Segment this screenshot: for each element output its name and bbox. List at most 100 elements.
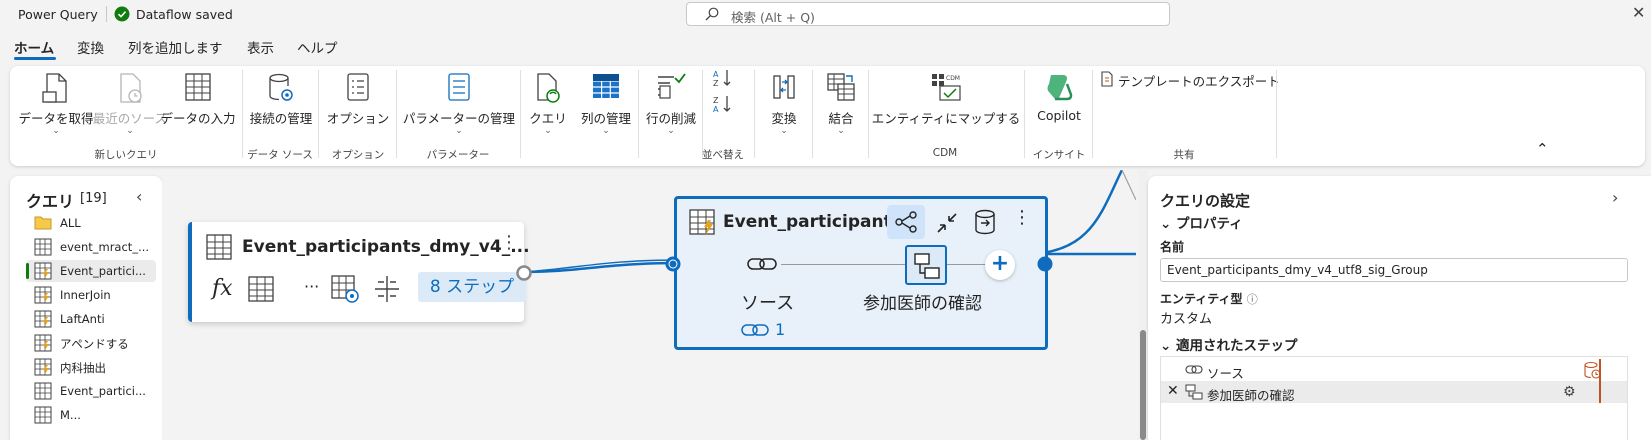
- group-divider: [242, 70, 243, 158]
- step-icon: [1185, 384, 1203, 400]
- steps-count-button[interactable]: 8 ステップ: [418, 272, 526, 302]
- table-icon: [34, 238, 52, 256]
- collapse-ribbon-icon[interactable]: ⌃: [1536, 140, 1549, 158]
- copilot-icon: [1043, 72, 1075, 102]
- table-icon[interactable]: [248, 276, 274, 302]
- chevron-down-icon: ⌄: [126, 126, 134, 136]
- more-options-icon[interactable]: ⋮: [500, 232, 518, 253]
- query-item-all[interactable]: ALL: [26, 212, 156, 234]
- query-item[interactable]: InnerJoin: [26, 284, 156, 306]
- enter-data-button[interactable]: データの入力: [160, 66, 236, 142]
- formula-icon[interactable]: fx: [212, 276, 233, 301]
- queries-title: クエリ: [26, 192, 75, 211]
- tab-home[interactable]: ホーム: [14, 37, 54, 57]
- transform-icon: [769, 72, 799, 100]
- ellipsis-icon[interactable]: ···: [304, 277, 319, 296]
- query-item[interactable]: M...: [26, 404, 156, 426]
- map-to-entity-button[interactable]: CDM エンティティにマップする: [872, 66, 1020, 142]
- output-port[interactable]: [1036, 255, 1054, 273]
- node-title: Event_participants_dmy_v4_...: [242, 237, 530, 257]
- tab-transform[interactable]: 変換: [77, 37, 104, 57]
- search-box[interactable]: 検索 (Alt + Q): [686, 2, 1170, 26]
- name-label: 名前: [1160, 240, 1185, 254]
- properties-section-toggle[interactable]: ⌄ プロパティ: [1160, 212, 1243, 232]
- chevron-down-icon: ⌄: [837, 126, 845, 136]
- group-divider: [754, 70, 755, 158]
- step-connector: [781, 264, 1009, 265]
- export-template-icon: [1100, 71, 1114, 87]
- step-label-check: 参加医師の確認: [863, 294, 982, 314]
- step-label-source: ソース: [741, 293, 795, 314]
- transform-button[interactable]: 変換 ⌄: [758, 66, 810, 142]
- group-label-sort: 並べ替え: [702, 149, 744, 161]
- chevron-right-icon[interactable]: ›: [1612, 188, 1618, 207]
- query-button[interactable]: クエリ ⌄: [524, 66, 572, 142]
- tab-add-column[interactable]: 列を追加します: [128, 37, 223, 57]
- step-icon-selected[interactable]: [905, 245, 947, 285]
- sort-descending-button[interactable]: ZA: [708, 92, 738, 122]
- group-divider: [396, 70, 397, 158]
- query-item[interactable]: Event_partici...: [26, 380, 156, 402]
- info-icon[interactable]: ⓘ: [1247, 293, 1258, 306]
- combine-button[interactable]: 結合 ⌄: [816, 66, 866, 142]
- group-label-new-query: 新しいクエリ: [94, 149, 158, 161]
- recent-document-icon: [116, 72, 144, 104]
- database-gear-icon: [266, 72, 296, 104]
- close-icon[interactable]: ✕: [1632, 3, 1645, 22]
- database-export-icon[interactable]: [973, 209, 997, 235]
- table-icon: [206, 234, 232, 260]
- app-title: Power Query: [18, 7, 98, 22]
- applied-step-check[interactable]: ✕ 参加医師の確認 ⚙: [1161, 381, 1627, 403]
- sort-descending-icon: ZA: [712, 94, 734, 114]
- table-icon: [34, 406, 52, 424]
- manage-connections-button[interactable]: 接続の管理: [246, 66, 316, 142]
- group-divider: [812, 70, 813, 158]
- canvas-scrollbar-thumb[interactable]: [1140, 330, 1146, 440]
- manage-columns-button[interactable]: 列の管理 ⌄: [574, 66, 638, 142]
- link-icon: [741, 320, 769, 340]
- query-item-selected[interactable]: Event_partici...: [26, 260, 156, 282]
- remove-rows-button[interactable]: 行の削減 ⌄: [642, 66, 700, 142]
- search-icon: [705, 7, 719, 21]
- collapse-queries-icon[interactable]: ‹: [136, 187, 142, 206]
- gear-icon[interactable]: ⚙: [1563, 384, 1576, 400]
- add-step-button[interactable]: +: [985, 250, 1015, 280]
- recent-sources-button[interactable]: 最近のソース ⌄: [93, 66, 167, 142]
- input-port[interactable]: [664, 255, 682, 273]
- columns-icon: [592, 72, 620, 100]
- query-item[interactable]: LaftAnti: [26, 308, 156, 330]
- group-divider: [318, 70, 319, 158]
- svg-text:A: A: [713, 70, 719, 79]
- entity-type-label: エンティティ型 ⓘ: [1160, 292, 1258, 306]
- export-template-button[interactable]: テンプレートのエクスポート: [1096, 66, 1280, 92]
- share-icon[interactable]: [887, 205, 925, 239]
- sort-ascending-icon: AZ: [712, 68, 734, 88]
- group-divider: [868, 70, 869, 158]
- active-tab-indicator: [14, 57, 56, 60]
- copilot-button[interactable]: Copilot: [1028, 66, 1090, 142]
- more-options-icon[interactable]: ⋮: [1013, 207, 1031, 228]
- query-item[interactable]: event_mract_...: [26, 236, 156, 258]
- options-button[interactable]: オプション: [322, 66, 394, 142]
- applied-step-source[interactable]: ソース: [1161, 359, 1627, 381]
- get-data-button[interactable]: データを取得 ⌄: [16, 66, 96, 142]
- settings-title: クエリの設定: [1160, 192, 1251, 210]
- cdm-icon: CDM: [930, 72, 962, 102]
- table-settings-icon[interactable]: [330, 274, 360, 304]
- output-port[interactable]: [515, 264, 533, 282]
- split-column-icon[interactable]: [372, 274, 402, 304]
- refresh-document-icon: [534, 72, 562, 104]
- table-icon: [34, 382, 52, 400]
- query-item[interactable]: アペンドする: [26, 332, 156, 354]
- collapse-icon[interactable]: [935, 211, 959, 235]
- manage-parameters-button[interactable]: パラメーターの管理 ⌄: [400, 66, 518, 142]
- document-icon: [42, 72, 70, 104]
- tab-help[interactable]: ヘルプ: [297, 37, 338, 57]
- query-node-selected[interactable]: Event_participants... ⋮ + ソース 参加医師の確認 1: [674, 196, 1048, 350]
- delete-step-icon[interactable]: ✕: [1167, 383, 1179, 399]
- query-item[interactable]: 内科抽出: [26, 356, 156, 378]
- query-name-input[interactable]: [1160, 258, 1628, 282]
- applied-steps-section-toggle[interactable]: ⌄ 適用されたステップ: [1160, 334, 1298, 354]
- tab-view[interactable]: 表示: [247, 37, 274, 57]
- query-node[interactable]: Event_participants_dmy_v4_... ⋮ fx ··· 8…: [188, 222, 530, 322]
